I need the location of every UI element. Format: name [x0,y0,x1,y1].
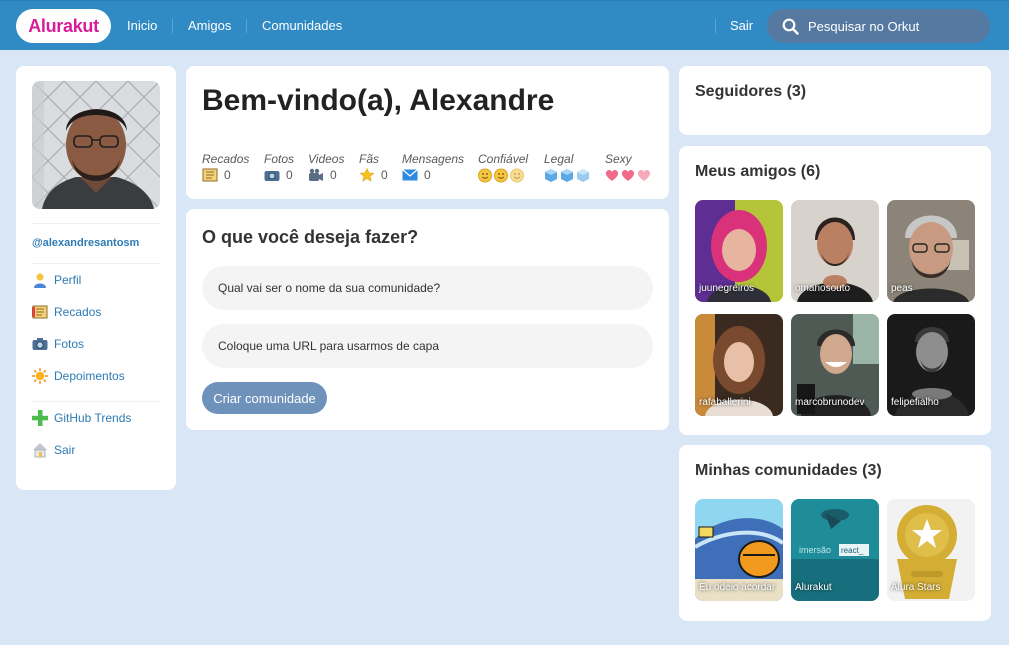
mail-icon [402,168,418,182]
stat-fas: Fãs 0 [359,152,388,182]
friend-tile-marcobrunodev[interactable]: marcobrunodev [791,314,879,416]
stat-value: 0 [286,168,293,182]
user-icon [32,272,48,288]
stat-label: Recados [202,152,250,166]
search-icon [782,18,799,35]
community-name-input[interactable] [202,266,653,310]
sidebar-item-sair[interactable]: Sair [32,442,75,458]
stat-label: Mensagens [402,152,465,166]
svg-text:react_: react_ [841,546,864,555]
ice-cube-icon [545,169,589,182]
sidebar-item-depoimentos[interactable]: Depoimentos [32,368,125,384]
search-field[interactable]: Pesquisar no Orkut [767,9,990,43]
notes-icon [202,168,218,182]
nav-link-amigos[interactable]: Amigos [188,18,231,33]
stat-videos: Videos 0 [308,152,344,182]
top-navigation-bar: Alurakut Inicio Amigos Comunidades Sair … [0,0,1009,50]
rating-label: Confiável [478,152,529,166]
rating-legal: Legal [544,152,592,183]
plus-icon [32,410,48,426]
search-placeholder: Pesquisar no Orkut [808,18,920,34]
alurakut-logo[interactable]: Alurakut [16,9,111,43]
community-name: Alura Stars [891,582,941,593]
stat-label: Videos [308,152,345,166]
stat-recados: Recados 0 [202,152,249,182]
nav-separator [715,19,716,33]
sidebar-item-label: Sair [54,443,76,457]
communities-box: Minhas comunidades (3) Eu odeio acordar … [679,445,991,621]
divider [32,401,160,402]
welcome-box: Bem-vindo(a), Alexandre Recados 0 Fotos … [186,66,669,199]
create-community-box: O que você deseja fazer? Criar comunidad… [186,209,669,430]
friend-tile-rafaballerini[interactable]: rafaballerini [695,314,783,416]
nav-separator [172,19,173,33]
rating-label: Legal [544,152,574,166]
community-name: Eu odeio acordar [699,582,776,593]
form-title: O que você deseja fazer? [202,227,419,247]
profile-handle-link[interactable]: @alexandresantosm [32,237,139,249]
nav-separator [246,19,247,33]
rating-label: Sexy [605,152,632,166]
sidebar-item-perfil[interactable]: Perfil [32,272,81,288]
profile-sidebar: @alexandresantosm Perfil Recados Fotos D… [16,66,176,490]
heart-icon [605,170,651,181]
star-icon [359,168,375,182]
communities-title: Minhas comunidades (3) [695,462,882,479]
stat-value: 0 [224,168,231,182]
friend-tile-felipefialho[interactable]: felipefialho [887,314,975,416]
sidebar-item-github-trends[interactable]: GitHub Trends [32,410,131,426]
friend-name: rafaballerini [699,397,751,408]
community-image-input[interactable] [202,324,653,368]
sidebar-item-label: Recados [54,305,102,319]
video-icon [308,168,324,182]
profile-avatar[interactable] [32,81,160,209]
friend-name: juunegreiros [699,283,755,294]
nav-link-inicio[interactable]: Inicio [127,18,157,33]
notes-icon [32,304,48,320]
friend-name: omariosouto [795,283,851,294]
community-name: Alurakut [795,582,832,593]
stat-value: 0 [424,168,431,182]
divider [32,263,160,264]
followers-title: Seguidores (3) [695,83,807,100]
stat-value: 0 [330,168,337,182]
sidebar-item-recados[interactable]: Recados [32,304,101,320]
svg-text:imersão: imersão [799,545,831,555]
sidebar-item-label: GitHub Trends [54,411,132,425]
community-tile-alurakut[interactable]: imersão react_ Alurakut [791,499,879,601]
smiley-icon [478,168,524,183]
stat-label: Fãs [359,152,380,166]
sidebar-item-fotos[interactable]: Fotos [32,336,84,352]
stat-label: Fotos [264,152,295,166]
welcome-title: Bem-vindo(a), Alexandre [202,84,555,117]
community-tile-eu-odeio-acordar[interactable]: Eu odeio acordar [695,499,783,601]
logout-link[interactable]: Sair [730,18,753,33]
followers-box: Seguidores (3) [679,66,991,135]
stat-fotos: Fotos 0 [264,152,294,182]
community-tile-alura-stars[interactable]: Alura Stars [887,499,975,601]
camera-icon [264,168,280,182]
stat-value: 0 [381,168,388,182]
sun-icon [32,368,48,384]
friend-tile-juunegreiros[interactable]: juunegreiros [695,200,783,302]
house-icon [32,442,48,458]
stat-mensagens: Mensagens 0 [402,152,464,182]
sidebar-item-label: Depoimentos [54,369,125,383]
friends-box: Meus amigos (6) juunegreiros omariosouto… [679,146,991,435]
divider [32,223,160,224]
friend-name: marcobrunodev [795,397,865,408]
sidebar-item-label: Perfil [54,273,82,287]
camera-icon [32,336,48,352]
friend-tile-omariosouto[interactable]: omariosouto [791,200,879,302]
sidebar-item-label: Fotos [54,337,85,351]
rating-sexy: Sexy [605,152,653,183]
friend-name: felipefialho [891,397,939,408]
friend-name: peas [891,283,913,294]
rating-confiavel: Confiável [478,152,528,183]
create-community-button[interactable]: Criar comunidade [202,382,327,414]
friend-tile-peas[interactable]: peas [887,200,975,302]
nav-link-comunidades[interactable]: Comunidades [262,18,342,33]
friends-title: Meus amigos (6) [695,163,821,180]
